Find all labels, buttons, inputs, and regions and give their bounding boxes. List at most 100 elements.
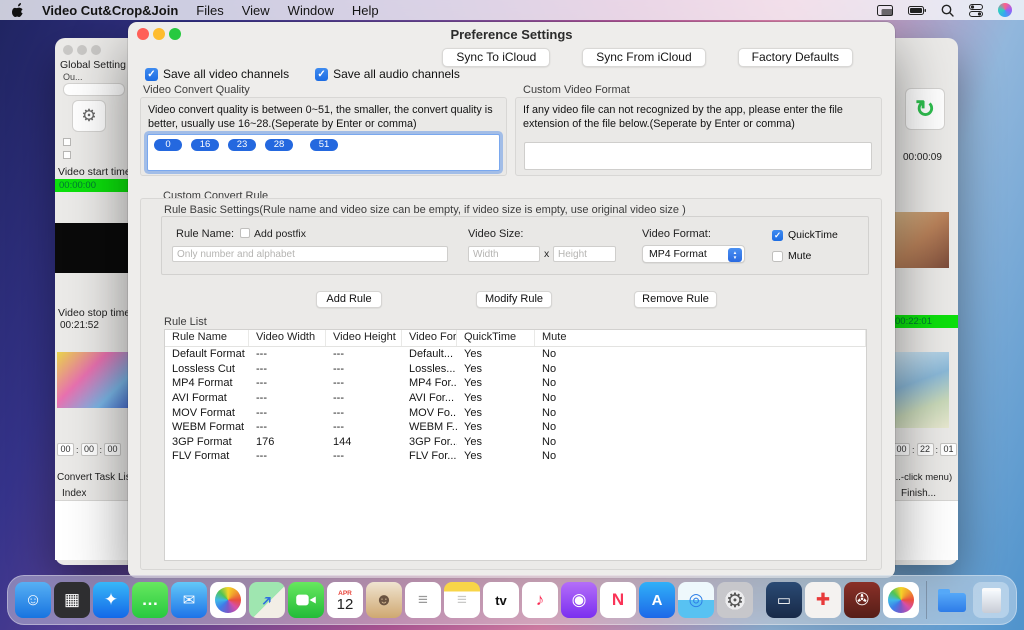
col-video-format[interactable]: Video For... [402,330,457,346]
start-time-spinners[interactable]: 00:00:00 [57,443,121,456]
dock-icon-system-preferences[interactable]: ⚙ [717,582,753,618]
dock-icon-mail[interactable]: ✉ [171,582,207,618]
option-checkbox-2[interactable] [63,151,71,159]
save-video-channels-checkbox[interactable]: ✓ Save all video channels [145,67,289,81]
quality-tag[interactable]: 0 [154,139,182,151]
quality-tag[interactable]: 16 [191,139,219,151]
quality-tag[interactable]: 51 [310,139,338,151]
quality-tag[interactable]: 28 [265,139,293,151]
sync-to-icloud-button[interactable]: Sync To iCloud [442,48,550,67]
inactive-close-button[interactable] [63,45,73,55]
mute-checkbox[interactable]: Mute [772,250,811,262]
dock-icon-launchpad[interactable]: ▦ [54,582,90,618]
dock-icon-red-utility[interactable]: ✚ [805,582,841,618]
seconds-field[interactable]: 00 [104,443,121,456]
stop-time-spinners[interactable]: 00:22:01 [893,443,957,456]
dock-icon-video-cutcropjoin[interactable]: ✇ [844,582,880,618]
apple-menu-icon[interactable] [12,3,24,17]
dock-icon-facetime[interactable] [288,582,324,618]
dock-icon-news[interactable]: N [600,582,636,618]
dock-icon-appstore[interactable]: A [639,582,675,618]
col-quicktime[interactable]: QuickTime [457,330,535,346]
dock-icon-photos[interactable] [210,582,246,618]
active-app-name[interactable]: Video Cut&Crop&Join [42,3,178,18]
dock-icon-podcasts[interactable]: ◉ [561,582,597,618]
rule-list-body: Default Format --- --- Default... Yes No… [165,347,866,464]
swap-times-button[interactable]: ↻ [905,88,945,130]
add-rule-button[interactable]: Add Rule [316,291,382,308]
col-video-height[interactable]: Video Height [326,330,402,346]
control-center-icon[interactable] [969,4,983,17]
dock-icon-music[interactable]: ♪ [522,582,558,618]
quality-tags-field[interactable]: 0 16 23 28 51 [147,134,500,171]
table-row[interactable]: 3GP Format 176 144 3GP For... Yes No [165,435,866,450]
minimize-button[interactable] [153,28,165,40]
inactive-minimize-button[interactable] [77,45,87,55]
sync-from-icloud-button[interactable]: Sync From iCloud [582,48,705,67]
zoom-button[interactable] [169,28,181,40]
dock-icon-color-app[interactable] [883,582,919,618]
hours-field[interactable]: 00 [57,443,74,456]
minutes-field[interactable]: 22 [917,443,934,456]
menu-files[interactable]: Files [196,3,223,18]
menu-help[interactable]: Help [352,3,379,18]
duration-value: 00:00:09 [903,152,942,163]
dock-icon-trash[interactable] [973,582,1009,618]
output-dropdown[interactable] [63,83,125,96]
screen-mirroring-icon[interactable] [877,5,893,16]
save-audio-channels-checkbox[interactable]: ✓ Save all audio channels [315,67,460,81]
dialog-titlebar[interactable]: Preference Settings [128,22,895,46]
table-row[interactable]: AVI Format --- --- AVI For... Yes No [165,391,866,406]
dock-icon-findmy[interactable]: ◎ [678,582,714,618]
dock-icon-finder[interactable]: ☺ [15,582,51,618]
height-input[interactable] [553,246,616,262]
video-stop-time-value: 00:21:52 [60,320,99,331]
table-row[interactable]: Lossless Cut --- --- Lossles... Yes No [165,362,866,377]
inactive-zoom-button[interactable] [91,45,101,55]
seconds-field[interactable]: 01 [940,443,957,456]
quicktime-checkbox[interactable]: ✓ QuickTime [772,229,838,241]
col-video-width[interactable]: Video Width [249,330,326,346]
dock-icon-messages[interactable]: … [132,582,168,618]
dock-icon-downloads-folder[interactable] [934,582,970,618]
menu-view[interactable]: View [242,3,270,18]
remove-rule-button[interactable]: Remove Rule [634,291,717,308]
dock-icon-calendar[interactable]: APR 12 [327,582,363,618]
factory-defaults-button[interactable]: Factory Defaults [738,48,853,67]
task-list-right[interactable] [891,500,958,560]
dock-icon-contacts[interactable]: ☻ [366,582,402,618]
cell-mute: No [535,392,866,404]
siri-icon[interactable] [998,3,1012,17]
width-input[interactable] [468,246,540,262]
table-row[interactable]: MOV Format --- --- MOV Fo... Yes No [165,405,866,420]
col-mute[interactable]: Mute [535,330,866,346]
cell-mute: No [535,377,866,389]
table-row[interactable]: WEBM Format --- --- WEBM F... Yes No [165,420,866,435]
option-checkbox-1[interactable] [63,138,71,146]
table-row[interactable]: Default Format --- --- Default... Yes No [165,347,866,362]
table-row[interactable]: MP4 Format --- --- MP4 For... Yes No [165,376,866,391]
task-list[interactable] [55,500,131,560]
settings-button[interactable]: ⚙ [72,100,106,132]
battery-icon [908,6,926,15]
dock-icon-notes[interactable]: ≡ [444,582,480,618]
minutes-field[interactable]: 00 [81,443,98,456]
menu-window[interactable]: Window [288,3,334,18]
custom-format-input[interactable] [524,142,872,170]
folder-icon [938,593,966,612]
search-icon[interactable] [941,4,954,17]
rule-name-input[interactable] [172,246,448,262]
quality-tag[interactable]: 23 [228,139,256,151]
close-button[interactable] [137,28,149,40]
table-row[interactable]: FLV Format --- --- FLV For... Yes No [165,449,866,464]
hours-field[interactable]: 00 [893,443,910,456]
dock-icon-maps[interactable]: ➔ [249,582,285,618]
dock-icon-display-app[interactable]: ▭ [766,582,802,618]
dock-icon-reminders[interactable]: ≡ [405,582,441,618]
modify-rule-button[interactable]: Modify Rule [476,291,552,308]
col-rule-name[interactable]: Rule Name [165,330,249,346]
dock-icon-appletv[interactable]: tv [483,582,519,618]
add-postfix-checkbox[interactable] [240,228,250,238]
dock-icon-safari[interactable]: ✦ [93,582,129,618]
video-format-popup[interactable]: MP4 Format ▲ ▼ [642,245,745,263]
